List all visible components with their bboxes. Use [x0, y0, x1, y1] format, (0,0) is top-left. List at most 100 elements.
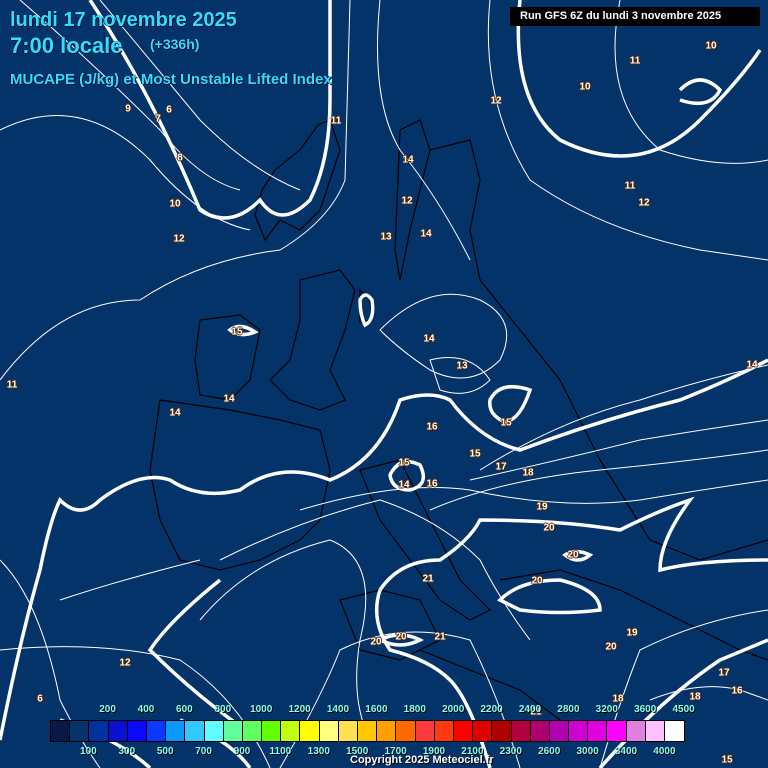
legend-swatch: [281, 721, 301, 741]
contour-label: 14: [420, 228, 432, 240]
legend-swatch: [530, 721, 550, 741]
contour-label: 11: [6, 379, 18, 391]
contour-label: 21: [434, 631, 446, 643]
legend-swatch: [204, 721, 224, 741]
legend-swatch: [415, 721, 435, 741]
forecast-date: lundi 17 novembre 2025: [10, 9, 237, 31]
contour-label: 13: [456, 360, 468, 372]
legend-top-label: 2200: [480, 704, 503, 715]
legend-swatch: [166, 721, 186, 741]
legend-swatch: [396, 721, 416, 741]
contour-label: 20: [531, 575, 543, 587]
contour-label: 14: [398, 479, 410, 491]
legend-swatch: [377, 721, 397, 741]
legend-bottom-label: 2300: [499, 746, 522, 757]
legend-swatch: [242, 721, 263, 741]
legend-swatch: [665, 721, 685, 741]
contour-label: 20: [605, 641, 617, 653]
legend-bottom-label: 500: [156, 746, 174, 757]
legend-swatch: [70, 721, 90, 741]
legend-swatch: [108, 721, 128, 741]
contour-label: 15: [500, 417, 512, 429]
legend-swatch: [453, 721, 474, 741]
contour-label: 12: [119, 657, 131, 669]
contour-label: 20: [567, 549, 579, 561]
contour-label: 17: [495, 461, 507, 473]
coastlines: [149, 119, 768, 721]
contour-label: 11: [330, 115, 342, 127]
contour-label: 17: [718, 667, 730, 679]
parameter-title: MUCAPE (J/kg) et Most Unstable Lifted In…: [10, 71, 332, 88]
contour-label: 10: [579, 81, 591, 93]
forecast-lead-time: (+336h): [150, 36, 200, 52]
legend-swatch: [223, 721, 243, 741]
contour-label: 14: [423, 333, 435, 345]
contour-label: 18: [522, 467, 534, 479]
legend-bottom-label: 700: [195, 746, 212, 757]
legend-top-label: 2400: [518, 704, 542, 715]
legend-swatch: [626, 721, 646, 741]
contour-label: 14: [746, 359, 758, 371]
contour-label: 12: [490, 95, 502, 107]
legend-bottom-label: 4000: [653, 746, 676, 757]
contour-label: 9: [125, 103, 131, 115]
contour-label: 15: [721, 754, 733, 766]
legend-bottom-label: 300: [118, 746, 136, 757]
contour-label: 12: [401, 195, 413, 207]
contour-label: 13: [380, 231, 392, 243]
contour-label: 6: [166, 104, 172, 116]
legend-swatch: [434, 721, 454, 741]
legend-bottom-label: 3400: [614, 746, 638, 757]
contour-label: 14: [169, 407, 181, 419]
contour-label: 11: [629, 55, 641, 67]
legend-bottom-label: 900: [233, 746, 251, 757]
contour-label: 20: [370, 636, 382, 648]
contour-label: 7: [155, 113, 161, 125]
legend-swatch: [588, 721, 608, 741]
legend-top-label: 3200: [595, 704, 618, 715]
legend-top-label: 1600: [365, 704, 388, 715]
legend-bottom-label: 2600: [538, 746, 561, 757]
contour-label: 6: [37, 693, 43, 705]
legend-top-label: 1200: [288, 704, 311, 715]
legend-bottom-label: 1100: [269, 746, 292, 757]
legend-bottom-label: 100: [80, 746, 97, 757]
legend-top-label: 2000: [442, 704, 465, 715]
contour-label: 16: [426, 421, 438, 433]
contour-label: 19: [626, 627, 638, 639]
contour-label: 21: [422, 573, 434, 585]
legend-top-label: 1000: [250, 704, 273, 715]
legend-swatch: [300, 721, 320, 741]
contour-label: 16: [731, 685, 743, 697]
legend-swatch: [89, 721, 109, 741]
contour-label: 20: [543, 522, 555, 534]
legend-swatch: [549, 721, 570, 741]
legend-top-label: 800: [214, 704, 232, 715]
contour-label: 18: [689, 691, 701, 703]
legend-swatch: [262, 721, 282, 741]
legend-swatch: [338, 721, 358, 741]
legend-swatch: [146, 721, 167, 741]
run-info: Run GFS 6Z du lundi 3 novembre 2025: [510, 7, 760, 26]
legend-swatch: [607, 721, 627, 741]
legend-swatch: [127, 721, 147, 741]
contour-label: 15: [469, 448, 481, 460]
contour-label: 16: [426, 478, 438, 490]
copyright: Copyright 2025 Meteociel.fr: [350, 754, 494, 766]
contour-label: 19: [536, 501, 548, 513]
contour-label: 15: [398, 457, 410, 469]
map-canvas: [0, 0, 768, 768]
legend-swatch: [492, 721, 512, 741]
contour-label: 15: [231, 326, 243, 338]
contour-label: 10: [169, 198, 181, 210]
contour-label: 10: [705, 40, 717, 52]
thick-contours: [0, 0, 768, 768]
contour-label: 11: [624, 180, 636, 192]
legend-swatch: [511, 721, 531, 741]
legend-swatch: [358, 721, 378, 741]
contour-label: 12: [173, 233, 185, 245]
legend-top-label: 1400: [326, 704, 350, 715]
contour-label: 14: [402, 154, 414, 166]
legend-bottom-label: 3000: [576, 746, 599, 757]
thin-contours: [0, 0, 768, 768]
